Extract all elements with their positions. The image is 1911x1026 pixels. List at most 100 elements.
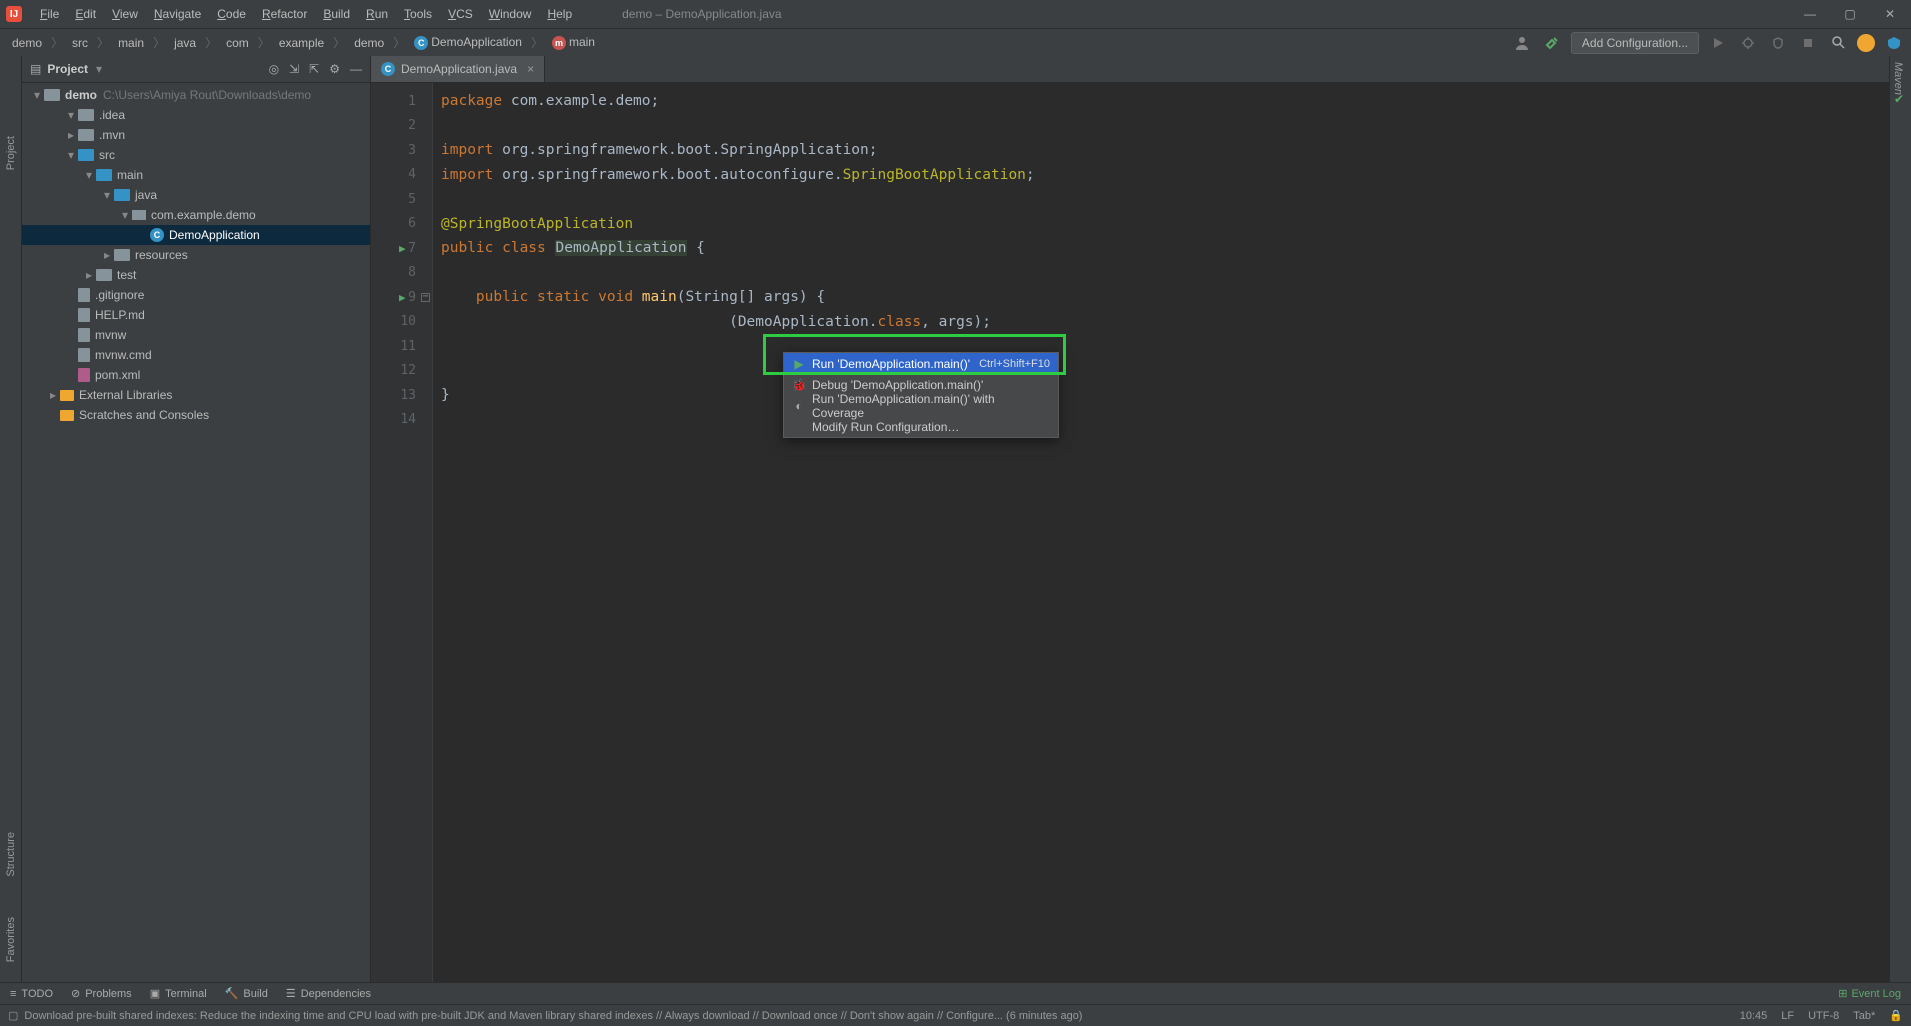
stop-button[interactable]	[1797, 32, 1819, 54]
hide-icon[interactable]: —	[350, 62, 362, 76]
menu-vcs[interactable]: VCS	[440, 3, 481, 25]
bottom-build[interactable]: 🔨Build	[225, 987, 268, 1000]
code-line[interactable]	[441, 187, 1881, 212]
status-lf[interactable]: LF	[1781, 1010, 1794, 1022]
tree-item[interactable]: ▸test	[22, 265, 370, 285]
code-line[interactable]: (DemoApplication.class, args);	[441, 310, 1881, 335]
hammer-icon[interactable]	[1541, 32, 1563, 54]
dropdown-icon[interactable]: ▾	[96, 62, 102, 76]
tree-item[interactable]: Scratches and Consoles	[22, 405, 370, 425]
gutter-line[interactable]: 4	[371, 163, 432, 188]
menu-help[interactable]: Help	[539, 3, 580, 25]
status-tab[interactable]: Tab*	[1853, 1010, 1875, 1022]
close-button[interactable]: ✕	[1875, 4, 1905, 24]
breadcrumb-item[interactable]: demo	[348, 34, 390, 52]
run-gutter-icon[interactable]: ▶	[399, 242, 406, 255]
breadcrumb-item[interactable]: example	[273, 34, 330, 52]
code-line[interactable]	[441, 359, 1881, 384]
code-line[interactable]	[441, 114, 1881, 139]
tree-item[interactable]: ▸resources	[22, 245, 370, 265]
tree-item[interactable]: ▾src	[22, 145, 370, 165]
bottom-todo[interactable]: ≡TODO	[10, 988, 53, 1000]
context-menu-item[interactable]: ◐Run 'DemoApplication.main()' with Cover…	[784, 395, 1058, 416]
code-line[interactable]: }	[441, 383, 1881, 408]
code-line[interactable]	[441, 408, 1881, 433]
locate-icon[interactable]: ◎	[269, 62, 279, 76]
rail-favorites[interactable]: Favorites	[5, 917, 17, 962]
rail-project[interactable]: Project	[5, 136, 17, 170]
tree-item[interactable]: ▾java	[22, 185, 370, 205]
inspection-ok-icon[interactable]: ✔	[1894, 92, 1904, 106]
breadcrumb-item[interactable]: com	[220, 34, 255, 52]
rail-structure[interactable]: Structure	[5, 832, 17, 877]
coverage-button[interactable]	[1767, 32, 1789, 54]
search-icon[interactable]	[1827, 32, 1849, 54]
tree-item[interactable]: CDemoApplication	[22, 225, 370, 245]
collapse-icon[interactable]: ⇱	[309, 62, 319, 76]
editor-tab[interactable]: CDemoApplication.java×	[371, 56, 545, 82]
gutter-line[interactable]: 9▶−	[371, 285, 432, 310]
code-line[interactable]: package com.example.demo;	[441, 89, 1881, 114]
gutter-line[interactable]: 5	[371, 187, 432, 212]
code-line[interactable]	[441, 334, 1881, 359]
tree-item[interactable]: ▸External Libraries	[22, 385, 370, 405]
status-lock-icon[interactable]: 🔒	[1889, 1009, 1903, 1022]
tree-root[interactable]: ▾demoC:\Users\Amiya Rout\Downloads\demo	[22, 85, 370, 105]
gutter-line[interactable]: 11	[371, 334, 432, 359]
account-icon[interactable]	[1883, 32, 1905, 54]
editor-code[interactable]: package com.example.demo; import org.spri…	[433, 83, 1889, 982]
menu-edit[interactable]: Edit	[67, 3, 104, 25]
expand-icon[interactable]: ⇲	[289, 62, 299, 76]
breadcrumb-item[interactable]: demo	[6, 34, 48, 52]
debug-button[interactable]	[1737, 32, 1759, 54]
tree-item[interactable]: ▾com.example.demo	[22, 205, 370, 225]
user-icon[interactable]	[1511, 32, 1533, 54]
breadcrumb-item[interactable]: CDemoApplication	[408, 33, 528, 52]
gutter-line[interactable]: 13	[371, 383, 432, 408]
menu-view[interactable]: View	[104, 3, 146, 25]
rail-maven[interactable]: Maven	[1892, 62, 1904, 95]
tree-item[interactable]: mvnw.cmd	[22, 345, 370, 365]
minimize-button[interactable]: —	[1795, 4, 1825, 24]
breadcrumb-item[interactable]: java	[168, 34, 202, 52]
menu-refactor[interactable]: Refactor	[254, 3, 315, 25]
gutter-line[interactable]: 14	[371, 408, 432, 433]
context-menu-item[interactable]: ▶Run 'DemoApplication.main()'Ctrl+Shift+…	[784, 353, 1058, 374]
menu-window[interactable]: Window	[481, 3, 540, 25]
bottom-problems[interactable]: ⊘Problems	[71, 987, 132, 1000]
bottom-dependencies[interactable]: ☰Dependencies	[286, 987, 371, 1000]
menu-build[interactable]: Build	[315, 3, 358, 25]
gutter-line[interactable]: 3	[371, 138, 432, 163]
gutter-line[interactable]: 6	[371, 212, 432, 237]
code-line[interactable]: public class DemoApplication {	[441, 236, 1881, 261]
menu-file[interactable]: File	[32, 3, 67, 25]
menu-run[interactable]: Run	[358, 3, 396, 25]
gutter-line[interactable]: 1	[371, 89, 432, 114]
gutter-line[interactable]: 12	[371, 359, 432, 384]
status-icon[interactable]: ▢	[8, 1009, 18, 1022]
code-line[interactable]: @SpringBootApplication	[441, 212, 1881, 237]
close-icon[interactable]: ×	[527, 62, 534, 76]
gutter-line[interactable]: 8	[371, 261, 432, 286]
ide-update-icon[interactable]	[1857, 34, 1875, 52]
fold-icon[interactable]: −	[421, 293, 430, 302]
tree-item[interactable]: ▸.mvn	[22, 125, 370, 145]
menu-navigate[interactable]: Navigate	[146, 3, 209, 25]
tree-item[interactable]: HELP.md	[22, 305, 370, 325]
breadcrumb-item[interactable]: src	[66, 34, 94, 52]
menu-tools[interactable]: Tools	[396, 3, 440, 25]
gear-icon[interactable]: ⚙	[329, 62, 340, 76]
tree-item[interactable]: mvnw	[22, 325, 370, 345]
gutter-line[interactable]: 2	[371, 114, 432, 139]
status-encoding[interactable]: UTF-8	[1808, 1010, 1839, 1022]
menu-code[interactable]: Code	[209, 3, 254, 25]
run-button[interactable]	[1707, 32, 1729, 54]
event-log[interactable]: ⊞Event Log	[1838, 987, 1901, 1000]
tree-item[interactable]: ▾.idea	[22, 105, 370, 125]
code-line[interactable]: import org.springframework.boot.SpringAp…	[441, 138, 1881, 163]
editor-gutter[interactable]: 1234567▶89▶−1011121314	[371, 83, 433, 982]
breadcrumb-item[interactable]: main	[112, 34, 150, 52]
gutter-line[interactable]: 7▶	[371, 236, 432, 261]
gutter-line[interactable]: 10	[371, 310, 432, 335]
tree-item[interactable]: ▾main	[22, 165, 370, 185]
